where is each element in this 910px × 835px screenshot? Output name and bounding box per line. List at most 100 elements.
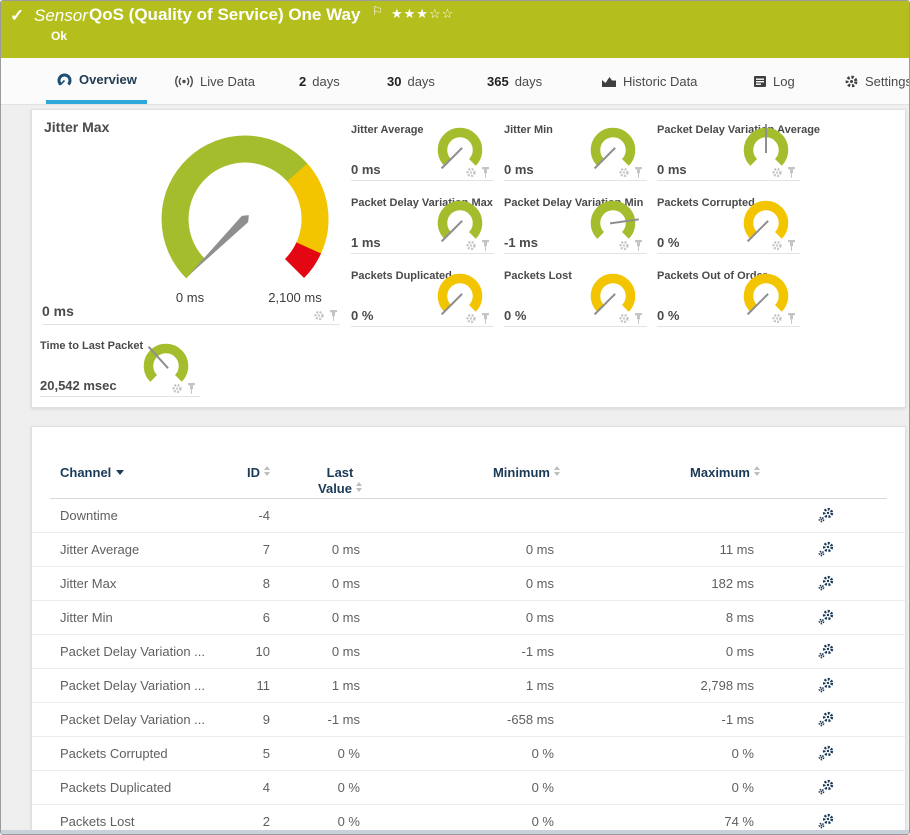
channels-panel: Channel ID Last Value Minimum Maximum Downti… [31, 426, 906, 834]
gauge-cell-packet-delay-variation-max: Packet Delay Variation Max 1 ms [351, 195, 494, 254]
channel-settings-icon[interactable] [817, 609, 835, 629]
channel-name[interactable]: Jitter Max [60, 567, 116, 600]
status-check-icon: ✓ [10, 6, 25, 25]
channel-table-body: Downtime -4 Jitter Average 7 0 ms 0 ms 11 ms … [32, 499, 905, 834]
channel-name[interactable]: Packets Corrupted [60, 737, 168, 770]
chart-icon [601, 75, 617, 88]
gauge-label: Jitter Average [351, 124, 424, 136]
channel-settings-icon[interactable] [817, 575, 835, 595]
sensor-status-badge: Ok [51, 29, 68, 43]
channel-name[interactable]: Packet Delay Variation ... [60, 703, 205, 736]
channel-name[interactable]: Downtime [60, 499, 118, 532]
tab-label: Historic Data [623, 73, 698, 89]
tab-label: days [407, 73, 435, 89]
col-header-channel[interactable]: Channel [60, 465, 125, 481]
channel-minimum: 0 ms [525, 576, 554, 591]
channel-minimum: -658 ms [507, 712, 554, 727]
col-header-last-value[interactable]: Last Value [314, 465, 366, 498]
channel-settings-icon[interactable] [817, 677, 835, 697]
channel-maximum: 0 ms [725, 644, 754, 659]
channel-last-value: 0 ms [331, 576, 360, 591]
tab-label: days [514, 73, 543, 89]
gauge-settings-pin-icons[interactable] [462, 312, 492, 330]
gauge-cell-packets-out-of-order: Packets Out of Order 0 % [657, 268, 800, 327]
tab-overview[interactable]: Overview [46, 58, 147, 104]
flag-icon[interactable]: ⚐ [372, 4, 383, 18]
gauge-settings-pin-icons[interactable] [615, 239, 645, 257]
tab-365-days[interactable]: 365 days [477, 58, 552, 104]
gauge-settings-pin-icons[interactable] [768, 312, 798, 330]
tab-historic-data[interactable]: Historic Data [591, 58, 707, 104]
channel-name[interactable]: Packets Duplicated [60, 771, 171, 804]
gauge-value: 1 ms [351, 235, 381, 250]
gauge-icon [56, 72, 73, 87]
channel-maximum: 11 ms [719, 542, 754, 557]
channel-settings-icon[interactable] [817, 779, 835, 799]
tab-label: Overview [79, 71, 137, 87]
channel-minimum: -1 ms [521, 644, 555, 659]
channel-settings-icon[interactable] [817, 711, 835, 731]
gauge-value: 0 % [351, 308, 374, 323]
tab-number: 2 [299, 73, 307, 89]
main-gauge-label: Jitter Max [44, 119, 110, 135]
col-header-minimum[interactable]: Minimum [412, 465, 560, 481]
caret-down-icon [116, 470, 125, 475]
channel-last-value: 0 ms [331, 610, 360, 625]
log-icon [753, 75, 767, 88]
channel-settings-icon[interactable] [817, 507, 835, 527]
gauge-settings-pin-icons[interactable] [615, 312, 645, 330]
main-gauge-value: 0 ms [42, 303, 74, 319]
gauge-cell-packet-delay-variation-min: Packet Delay Variation Min -1 ms [504, 195, 647, 254]
col-header-maximum[interactable]: Maximum [612, 465, 760, 481]
gauge-cell-jitter-min: Jitter Min 0 ms [504, 122, 647, 181]
channel-settings-icon[interactable] [817, 541, 835, 561]
gauge-cell-packet-delay-variation-average: Packet Delay Variation Average 0 ms [657, 122, 820, 184]
gauge-settings-pin-icons[interactable] [768, 166, 798, 184]
channel-maximum: 0 % [731, 780, 754, 795]
tab-log[interactable]: Log [743, 58, 805, 104]
gauge-cell-packets-corrupted: Packets Corrupted 0 % [657, 195, 800, 254]
gauge-cell-packets-duplicated: Packets Duplicated 0 % [351, 268, 494, 327]
channel-name[interactable]: Jitter Min [60, 601, 113, 634]
gauge-value: 0 ms [351, 162, 381, 177]
channel-last-value: 0 % [337, 780, 360, 795]
sort-icon [754, 466, 760, 476]
jitter-max-gauge [150, 124, 350, 299]
divider [42, 324, 340, 325]
tab-2-days[interactable]: 2 days [289, 58, 350, 104]
gauge-settings-pin-icons[interactable] [168, 382, 198, 400]
sensor-header: ✓ Sensor QoS (Quality of Service) One Wa… [1, 1, 909, 58]
channel-minimum: 0 ms [525, 542, 554, 557]
channel-maximum: 0 % [731, 746, 754, 761]
tab-label: days [312, 73, 340, 89]
channel-name[interactable]: Packet Delay Variation ... [60, 635, 205, 668]
gauge-value: 0 ms [657, 162, 687, 177]
channel-id: 8 [262, 576, 270, 591]
channel-name[interactable]: Jitter Average [60, 533, 139, 566]
channel-id: 6 [262, 610, 270, 625]
sort-icon [554, 466, 560, 476]
channel-settings-icon[interactable] [817, 745, 835, 765]
channel-name[interactable]: Packet Delay Variation ... [60, 669, 205, 702]
channel-maximum: 8 ms [725, 610, 754, 625]
tab-label: Settings [865, 73, 910, 89]
gauge-settings-pin-icons[interactable] [462, 166, 492, 184]
tab-live-data[interactable]: Live Data [164, 58, 265, 104]
gauge-settings-pin-icons[interactable] [462, 239, 492, 257]
gauge-settings-pin-icons[interactable] [768, 239, 798, 257]
col-header-id[interactable]: ID [192, 465, 270, 481]
channel-minimum: 0 % [531, 780, 554, 795]
gauge-value: 0 % [657, 235, 680, 250]
gauge-value: -1 ms [504, 235, 538, 250]
tab-settings[interactable]: Settings [834, 58, 910, 104]
tab-30-days[interactable]: 30 days [377, 58, 445, 104]
live-icon [174, 75, 194, 88]
priority-stars[interactable]: ★★★☆☆ [391, 6, 454, 22]
gauge-settings-pin-icons[interactable] [615, 166, 645, 184]
channel-id: 7 [262, 542, 270, 557]
gauge-cell-jitter-average: Jitter Average 0 ms [351, 122, 494, 181]
table-row: Packet Delay Variation ... 11 1 ms 1 ms 2,79… [32, 669, 905, 703]
channel-settings-icon[interactable] [817, 643, 835, 663]
table-row: Downtime -4 [32, 499, 905, 533]
table-row: Packets Corrupted 5 0 % 0 % 0 % [32, 737, 905, 771]
